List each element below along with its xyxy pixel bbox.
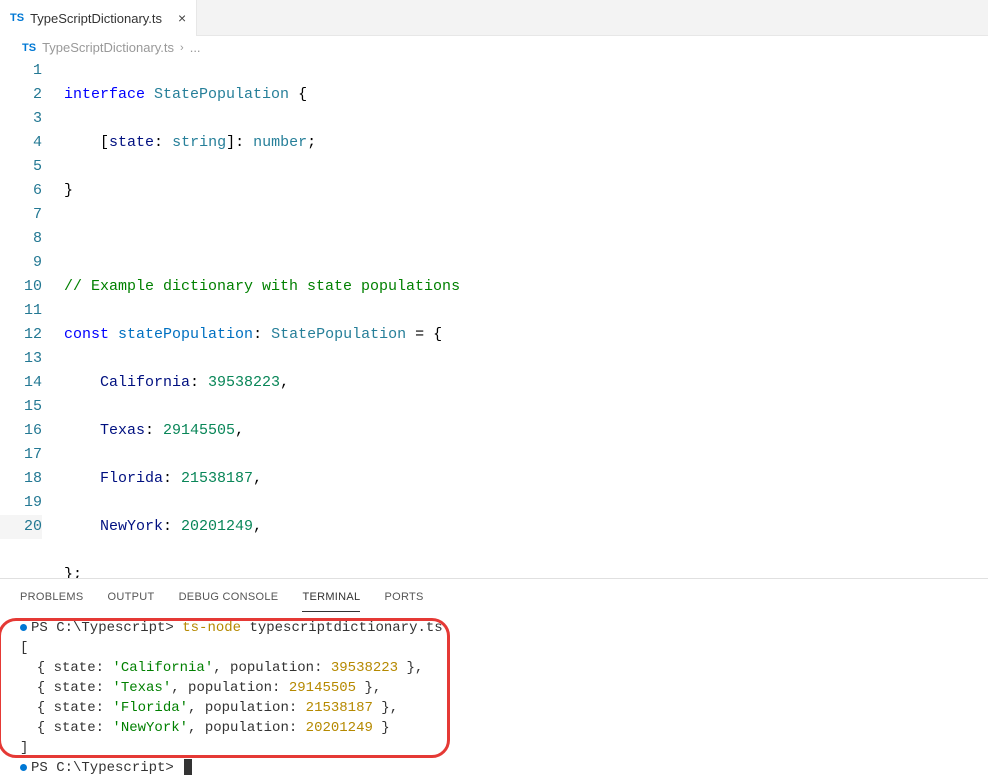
line-number: 15 bbox=[0, 395, 42, 419]
line-number: 11 bbox=[0, 299, 42, 323]
tab-problems[interactable]: PROBLEMS bbox=[20, 587, 84, 612]
terminal-line: { state: 'California', population: 39538… bbox=[20, 658, 968, 678]
status-dot-icon bbox=[20, 624, 27, 631]
line-number: 10 bbox=[0, 275, 42, 299]
tab-output[interactable]: OUTPUT bbox=[108, 587, 155, 612]
chevron-right-icon: › bbox=[180, 42, 184, 54]
terminal-line: { state: 'Florida', population: 21538187… bbox=[20, 698, 968, 718]
terminal-line: { state: 'NewYork', population: 20201249… bbox=[20, 718, 968, 738]
line-number: 1 bbox=[0, 59, 42, 83]
tab-terminal[interactable]: TERMINAL bbox=[302, 587, 360, 612]
editor[interactable]: 1 2 3 4 5 6 7 8 9 10 11 12 13 14 15 16 1… bbox=[0, 57, 988, 578]
line-number: 7 bbox=[0, 203, 42, 227]
line-number: 16 bbox=[0, 419, 42, 443]
line-number: 8 bbox=[0, 227, 42, 251]
line-gutter: 1 2 3 4 5 6 7 8 9 10 11 12 13 14 15 16 1… bbox=[0, 59, 64, 578]
breadcrumb-more: ... bbox=[190, 40, 201, 55]
status-dot-icon bbox=[20, 764, 27, 771]
line-number: 14 bbox=[0, 371, 42, 395]
terminal-line: { state: 'Texas', population: 29145505 }… bbox=[20, 678, 968, 698]
line-number: 12 bbox=[0, 323, 42, 347]
line-number: 4 bbox=[0, 131, 42, 155]
line-number: 18 bbox=[0, 467, 42, 491]
tab-filename: TypeScriptDictionary.ts bbox=[30, 11, 162, 26]
cursor-icon bbox=[184, 759, 192, 775]
panel: PROBLEMS OUTPUT DEBUG CONSOLE TERMINAL P… bbox=[0, 578, 988, 782]
line-number: 5 bbox=[0, 155, 42, 179]
breadcrumb-file: TypeScriptDictionary.ts bbox=[42, 40, 174, 55]
line-number: 13 bbox=[0, 347, 42, 371]
close-icon[interactable]: × bbox=[178, 10, 186, 26]
ts-icon: TS bbox=[10, 12, 24, 24]
tab-ports[interactable]: PORTS bbox=[384, 587, 423, 612]
line-number: 20 bbox=[0, 515, 42, 539]
line-number: 17 bbox=[0, 443, 42, 467]
tab-active[interactable]: TS TypeScriptDictionary.ts × bbox=[0, 0, 197, 36]
line-number: 2 bbox=[0, 83, 42, 107]
breadcrumb[interactable]: TS TypeScriptDictionary.ts › ... bbox=[0, 36, 988, 57]
terminal-line: ] bbox=[20, 738, 968, 758]
terminal-line: [ bbox=[20, 638, 968, 658]
terminal[interactable]: PS C:\Typescript> ts-node typescriptdict… bbox=[0, 612, 988, 782]
tab-debug-console[interactable]: DEBUG CONSOLE bbox=[179, 587, 279, 612]
terminal-line: PS C:\Typescript> ts-node typescriptdict… bbox=[20, 618, 968, 638]
line-number: 3 bbox=[0, 107, 42, 131]
code-content[interactable]: interface StatePopulation { [state: stri… bbox=[64, 59, 988, 578]
line-number: 19 bbox=[0, 491, 42, 515]
ts-icon: TS bbox=[22, 42, 36, 54]
panel-tabs: PROBLEMS OUTPUT DEBUG CONSOLE TERMINAL P… bbox=[0, 579, 988, 612]
line-number: 9 bbox=[0, 251, 42, 275]
tab-bar: TS TypeScriptDictionary.ts × bbox=[0, 0, 988, 36]
line-number: 6 bbox=[0, 179, 42, 203]
terminal-line: PS C:\Typescript> bbox=[20, 758, 968, 778]
